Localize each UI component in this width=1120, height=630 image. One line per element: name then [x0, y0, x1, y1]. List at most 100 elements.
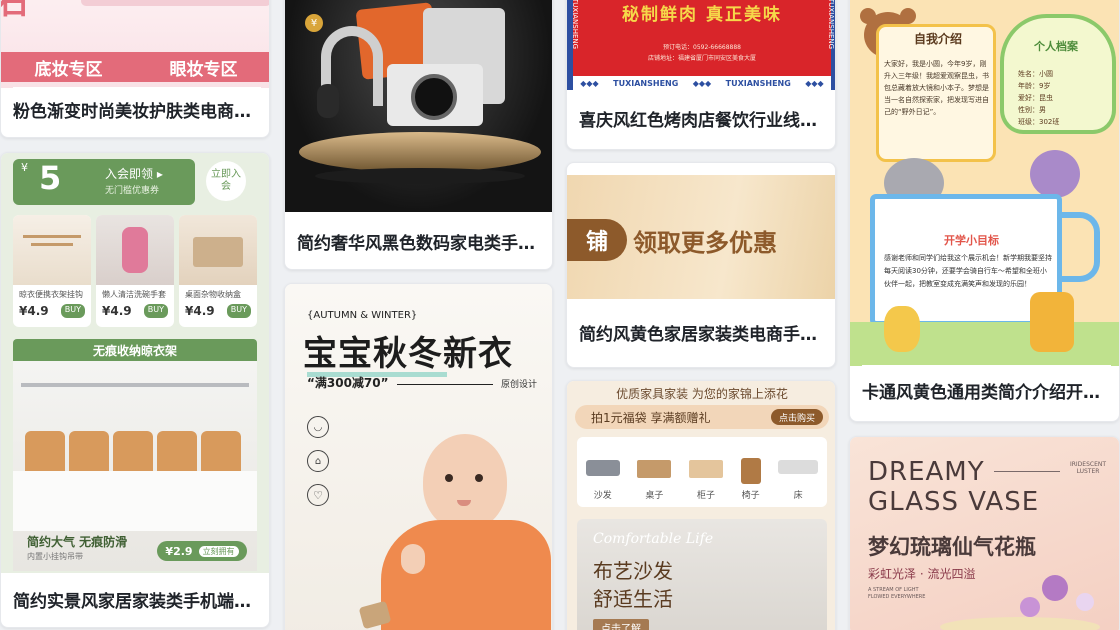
product-item[interactable]: 桌面杂物收纳盒 ¥4.9 BUY	[179, 215, 257, 327]
baby-photo	[358, 434, 551, 630]
lifestyle-photo: Comfortable Life 布艺沙发 舒适生活 点击了解	[577, 519, 827, 630]
product-item[interactable]: 晾衣便携衣架挂钩 ¥4.9 BUY	[13, 215, 91, 327]
template-thumbnail: 自我介绍 大家好，我是小圆，今年9岁，刚升入三年级！我超爱观察昆虫，书包总藏着放…	[850, 0, 1119, 366]
profile-item: 年龄：9岁	[1018, 82, 1051, 90]
promo-text: 拍1元福袋 享满额赠礼	[591, 411, 711, 425]
side-brand-right: TUXIANSHENG	[827, 0, 835, 50]
flower-illustration	[1042, 575, 1068, 601]
product-name: 桌面杂物收纳盒	[185, 290, 241, 299]
template-card-beauty[interactable]: 右 底妆专区 眼妆专区 粉色渐变时尚美妆护肤类电商…	[0, 0, 270, 138]
chat-bubble-icon[interactable]: ◡	[307, 416, 329, 438]
goal-label: 开学小目标	[944, 234, 999, 247]
coupon-line2: 无门槛优惠券	[105, 186, 160, 196]
product-price: ¥4.9	[102, 304, 132, 318]
template-thumbnail: 右 底妆专区 眼妆专区	[1, 0, 269, 88]
title-cn: 梦幻琉璃仙气花瓶	[868, 535, 1036, 559]
section-title: 无痕收纳晾衣架	[13, 339, 257, 361]
hippo-illustration	[1030, 150, 1080, 198]
product-item[interactable]: 懒人清洁洗碗手套 ¥4.9 BUY	[96, 215, 174, 327]
banner-right-label: 眼妆专区	[169, 59, 238, 80]
title-en-line2: GLASS VASE	[868, 487, 1040, 517]
category-item[interactable]: 椅子	[740, 458, 761, 501]
intro-text: 大家好，我是小圆，今年9岁，刚升入三年级！我超爱观察昆虫，书包总藏着放大镜和小本…	[884, 60, 989, 116]
line2: 舒适生活	[593, 587, 673, 611]
template-card-home-yellow[interactable]: 铺 领取更多优惠 简约风黄色家居家装类电商手…	[566, 162, 836, 368]
template-thumbnail: {AUTUMN & WINTER} 宝宝秋冬新衣 “满300减70” 原创设计 …	[285, 284, 552, 630]
template-card-home-green[interactable]: ¥ 5 入会即领 ▸ 无门槛优惠券 立即入会 晾衣便携衣架挂钩 ¥4.9 BUY	[0, 152, 270, 628]
header-text: 优质家具家装 为您的家锦上添花	[616, 387, 788, 401]
template-thumbnail: ¥	[285, 0, 552, 212]
template-thumbnail: TUXIANSHENG TUXIANSHENG 秘制鲜肉 真正美味 预订电话：0…	[567, 0, 835, 90]
home-icon[interactable]: ⌂	[307, 450, 329, 472]
template-thumbnail: 铺 领取更多优惠	[567, 175, 835, 299]
coupon-line1: 入会即领 ▸	[105, 167, 163, 181]
template-title[interactable]: 简约实景风家居家装类手机端…	[13, 577, 261, 627]
join-member-button[interactable]: 立即入会	[206, 161, 246, 201]
promo-bar[interactable]: 拍1元福袋 享满额赠礼 点击购买	[575, 405, 829, 429]
side-text: IRIDESCENT LUSTER	[1069, 461, 1107, 475]
profile-item: 姓名：小圆	[1018, 70, 1053, 78]
coupon-value: 5	[39, 159, 62, 197]
original-tag: 原创设计	[501, 380, 538, 390]
headline: 宝宝秋冬新衣	[303, 334, 513, 374]
template-card-furniture[interactable]: 优质家具家装 为您的家锦上添花 拍1元福袋 享满额赠礼 点击购买 沙发 桌子 柜…	[566, 380, 836, 630]
intro-label: 自我介绍	[914, 32, 963, 46]
phone-text: 预订电话：0592-66668888	[663, 44, 741, 51]
banner-left-label: 底妆专区	[34, 59, 103, 80]
template-title[interactable]: 简约奢华风黑色数码家电类手…	[297, 219, 544, 269]
brand-text: TUXIANSHENG	[613, 78, 679, 88]
product-name: 晾衣便携衣架挂钩	[19, 290, 83, 299]
hanger-photo: 简约大气 无痕防滑 内置小挂钩吊带 ¥2.9 立刻拥有	[13, 361, 257, 571]
template-title[interactable]: 简约风黄色家居家装类电商手…	[579, 303, 827, 367]
category-item[interactable]: 桌子	[637, 460, 672, 501]
category-item[interactable]: 沙发	[585, 460, 620, 501]
profile-item: 爱好：昆虫	[1018, 94, 1053, 102]
buy-button[interactable]: BUY	[143, 304, 168, 318]
template-card-digital[interactable]: ¥ 简约奢华风黑色数码家电类手…	[284, 0, 553, 270]
subtitle-cn: 彩虹光泽 · 流光四溢	[868, 567, 976, 581]
buy-button[interactable]: BUY	[60, 304, 85, 318]
goal-text: 感谢老师和同学们给我这个展示机会！新学期我要坚持每天阅读30分钟，还要学会骑自行…	[884, 254, 1052, 288]
product-price: ¥4.9	[19, 304, 49, 318]
buy-now-button[interactable]: 立刻拥有	[198, 545, 239, 557]
feature-price: ¥2.9	[165, 544, 193, 558]
feature-price-pill[interactable]: ¥2.9 立刻拥有	[157, 541, 247, 561]
buy-button[interactable]: BUY	[226, 304, 251, 318]
template-thumbnail: ¥ 5 入会即领 ▸ 无门槛优惠券 立即入会 晾衣便携衣架挂钩 ¥4.9 BUY	[1, 153, 269, 573]
brand-text: TUXIANSHENG	[725, 78, 791, 88]
buy-button[interactable]: 点击购买	[771, 409, 823, 425]
feature-text: 简约大气 无痕防滑	[27, 535, 128, 549]
template-card-vase[interactable]: DREAMY GLASS VASE IRIDESCENT LUSTER 梦幻琉璃…	[849, 436, 1120, 630]
promo-text: “满300减70”	[307, 376, 389, 390]
template-thumbnail: 优质家具家装 为您的家锦上添花 拍1元福袋 享满额赠礼 点击购买 沙发 桌子 柜…	[567, 381, 835, 630]
season-label: {AUTUMN & WINTER}	[307, 310, 418, 321]
heart-icon[interactable]: ♡	[307, 484, 329, 506]
template-title[interactable]: 粉色渐变时尚美妆护肤类电商…	[13, 87, 261, 137]
profile-label: 个人档案	[1034, 40, 1078, 53]
profile-item: 性别：男	[1018, 106, 1046, 114]
script-text: Comfortable Life	[593, 531, 714, 547]
category-item[interactable]: 柜子	[688, 460, 723, 501]
feature-subtext: 内置小挂钩吊带	[27, 552, 83, 561]
category-item[interactable]: 床	[778, 460, 819, 501]
template-thumbnail: DREAMY GLASS VASE IRIDESCENT LUSTER 梦幻琉璃…	[850, 437, 1119, 630]
title-en-line1: DREAMY	[868, 457, 985, 487]
template-card-baby[interactable]: {AUTUMN & WINTER} 宝宝秋冬新衣 “满300减70” 原创设计 …	[284, 283, 553, 630]
product-price: ¥4.9	[185, 304, 215, 318]
giraffe-illustration	[884, 306, 920, 352]
logo-fragment: 右	[1, 0, 29, 19]
template-card-bbq[interactable]: TUXIANSHENG TUXIANSHENG 秘制鲜肉 真正美味 预订电话：0…	[566, 0, 836, 150]
template-title[interactable]: 卡通风黄色通用类简介介绍开…	[862, 365, 1111, 421]
learn-more-button[interactable]: 点击了解	[593, 619, 649, 630]
shop-tag: 铺	[567, 219, 627, 261]
coin-icon: ¥	[305, 14, 323, 32]
product-name: 懒人清洁洗碗手套	[102, 290, 166, 299]
side-brand-left: TUXIANSHENG	[571, 0, 579, 50]
coupon-currency: ¥	[21, 161, 28, 174]
template-title[interactable]: 喜庆风红色烤肉店餐饮行业线…	[579, 93, 827, 149]
line1: 布艺沙发	[593, 559, 673, 583]
address-text: 店铺地址：福建省厦门市同安区美食大厦	[647, 55, 756, 62]
headline: 领取更多优惠	[633, 229, 777, 257]
template-card-cartoon[interactable]: 自我介绍 大家好，我是小圆，今年9岁，刚升入三年级！我超爱观察昆虫，书包总藏着放…	[849, 0, 1120, 422]
backpack-illustration	[1030, 292, 1074, 352]
